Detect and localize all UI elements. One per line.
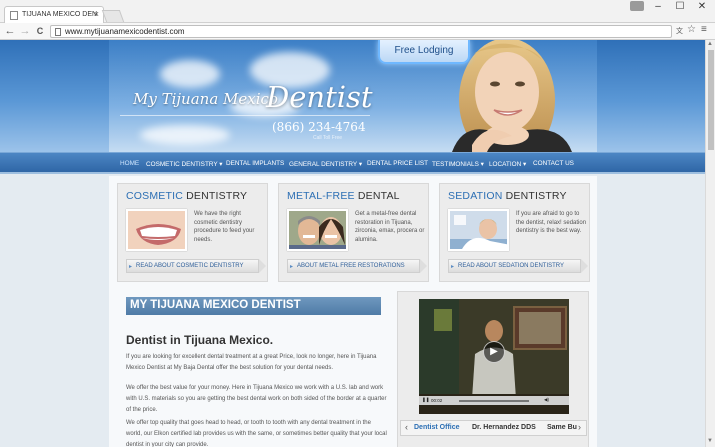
feature-title[interactable]: METAL-FREE DENTAL	[287, 190, 400, 202]
arrow-icon: ▸	[129, 264, 133, 270]
tabs-prev-arrow-icon[interactable]: ‹	[405, 422, 408, 432]
arrow-tip	[259, 259, 266, 273]
page-heading: Dentist in Tijuana Mexico.	[126, 333, 274, 347]
nav-item-dental-price-list[interactable]: DENTAL PRICE LIST	[367, 160, 428, 167]
video-progress-track[interactable]	[459, 400, 529, 402]
feature-description: Get a metal-free dental restoration in T…	[355, 211, 425, 243]
read-metal-free-button[interactable]: ▸ ABOUT METAL FREE RESTORATIONS	[287, 259, 427, 273]
phone-number: (866) 234-4764	[272, 120, 366, 134]
dental-chair-photo	[448, 209, 509, 251]
feature-cosmetic: COSMETIC DENTISTRY We have the right cos…	[117, 183, 268, 282]
minimize-icon[interactable]: –	[647, 1, 669, 12]
section-banner: MY TIJUANA MEXICO DENTIST	[126, 297, 381, 315]
feature-metal-free: METAL-FREE DENTAL Get a metal-free denta…	[278, 183, 429, 282]
scroll-up-icon[interactable]: ▲	[707, 41, 713, 47]
tabs-next-arrow-icon[interactable]: ›	[578, 422, 581, 432]
user-profile-icon[interactable]	[630, 1, 644, 11]
video-tab-dentist-office[interactable]: Dentist Office	[414, 424, 460, 431]
chrome-menu-icon[interactable]: ≡	[701, 24, 707, 35]
logo-dentist-text[interactable]: Dentist	[266, 80, 373, 114]
free-lodging-button[interactable]: Free Lodging	[378, 40, 470, 64]
video-controls[interactable]: ❚❚ 00:02 ◀)	[419, 396, 569, 405]
page-icon	[55, 28, 61, 36]
back-arrow-icon[interactable]: ←	[3, 24, 17, 38]
cloud-graphic	[140, 125, 230, 145]
bookmark-star-icon[interactable]: ☆	[687, 24, 696, 35]
scroll-down-icon[interactable]: ▼	[707, 438, 713, 444]
video-time: 00:02	[431, 398, 443, 403]
feature-description: If you are afraid to go to the dentist, …	[516, 211, 587, 235]
page-favicon-icon	[10, 11, 18, 20]
feature-description: We have the right cosmetic dentistry pro…	[194, 211, 255, 243]
nav-item-home[interactable]: HOME	[120, 160, 139, 167]
nav-item-location[interactable]: LOCATION ▾	[489, 160, 526, 168]
site-header: My Tijuana Mexico Dentist (866) 234-4764…	[0, 40, 705, 152]
video-gallery: ▶ ❚❚ 00:02 ◀) ‹ Dentist Office Dr. Herna…	[397, 291, 589, 447]
toll-free-label: Call Toll Free	[313, 135, 343, 141]
body-paragraph: We offer the best value for your money. …	[126, 385, 387, 413]
smile-photo	[126, 209, 187, 251]
reload-icon[interactable]: C	[33, 24, 47, 38]
logo-script-text[interactable]: My Tijuana Mexico	[133, 90, 278, 108]
nav-item-general-dentistry[interactable]: GENERAL DENTISTRY ▾	[289, 160, 362, 168]
translate-icon[interactable]: 文	[676, 26, 683, 36]
video-tabs: ‹ Dentist Office Dr. Hernandez DDS Same …	[400, 420, 587, 436]
main-nav: HOME COSMETIC DENTISTRY ▾ DENTAL IMPLANT…	[0, 152, 705, 174]
logo-underline	[120, 115, 370, 116]
arrow-tip	[581, 259, 588, 273]
read-cosmetic-button[interactable]: ▸ READ ABOUT COSMETIC DENTISTRY	[126, 259, 266, 273]
nav-item-cosmetic-dentistry[interactable]: COSMETIC DENTISTRY ▾	[146, 160, 222, 168]
url-text: www.mytijuanamexicodentist.com	[65, 27, 185, 36]
nav-item-testimonials[interactable]: TESTIMONIALS ▾	[432, 160, 484, 168]
forward-arrow-icon[interactable]: →	[18, 24, 32, 38]
tab-title: TIJUANA MEXICO DEN	[22, 11, 98, 18]
arrow-tip	[420, 259, 427, 273]
play-icon[interactable]: ▶	[483, 341, 505, 363]
cloud-graphic	[160, 60, 220, 88]
video-tab-same[interactable]: Same Bu	[547, 424, 577, 431]
arrow-icon: ▸	[451, 264, 455, 270]
tab-close-icon[interactable]: ×	[94, 9, 99, 19]
maximize-icon[interactable]: ☐	[669, 1, 691, 12]
couple-photo	[287, 209, 348, 251]
feature-title[interactable]: COSMETIC DENTISTRY	[126, 190, 247, 202]
nav-item-contact-us[interactable]: CONTACT US	[533, 160, 574, 167]
body-paragraph: We offer top quality that goes head to h…	[126, 420, 387, 447]
read-sedation-button[interactable]: ▸ READ ABOUT SEDATION DENTISTRY	[448, 259, 588, 273]
close-window-icon[interactable]: ✕	[691, 1, 713, 12]
video-tab-dr-hernandez[interactable]: Dr. Hernandez DDS	[472, 424, 536, 431]
browser-tab-bar: TIJUANA MEXICO DEN × – ☐ ✕	[0, 0, 715, 23]
feature-sedation: SEDATION DENTISTRY If you are afraid to …	[439, 183, 590, 282]
pause-icon[interactable]: ❚❚	[422, 397, 430, 403]
new-tab-button[interactable]	[101, 10, 125, 22]
volume-icon[interactable]: ◀)	[544, 397, 549, 403]
feature-title[interactable]: SEDATION DENTISTRY	[448, 190, 567, 202]
address-bar[interactable]: www.mytijuanamexicodentist.com	[50, 25, 672, 38]
browser-toolbar: ← → C www.mytijuanamexicodentist.com 文 ☆…	[0, 23, 715, 40]
scroll-thumb[interactable]	[708, 50, 714, 150]
body-paragraph: If you are looking for excellent dental …	[126, 354, 377, 371]
nav-item-dental-implants[interactable]: DENTAL IMPLANTS	[226, 160, 284, 167]
web-page: My Tijuana Mexico Dentist (866) 234-4764…	[0, 40, 705, 447]
browser-tab[interactable]: TIJUANA MEXICO DEN ×	[4, 6, 104, 23]
arrow-icon: ▸	[290, 264, 294, 270]
page-scrollbar[interactable]: ▲ ▼	[705, 40, 715, 447]
main-content: COSMETIC DENTISTRY We have the right cos…	[109, 176, 597, 447]
